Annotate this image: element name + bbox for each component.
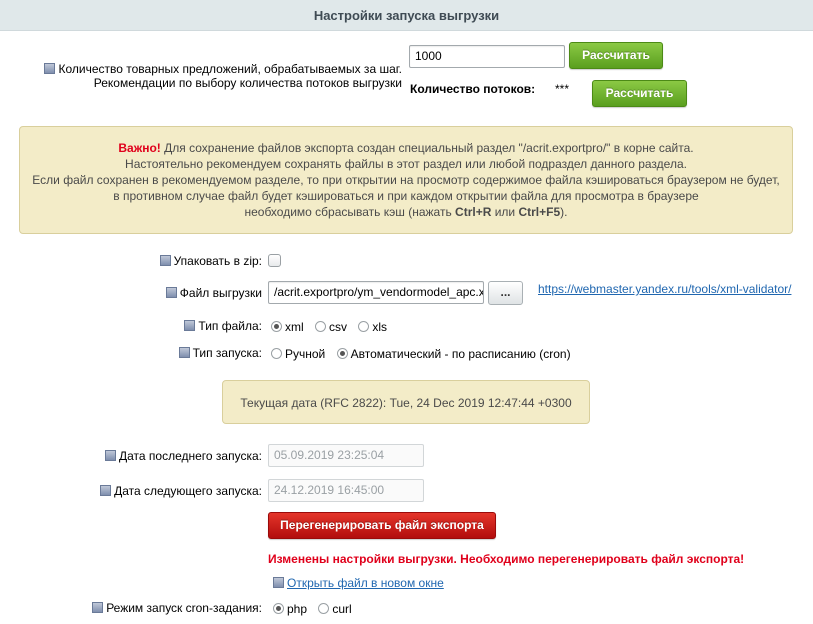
- hotkey-ctrl-r: Ctrl+R: [455, 205, 492, 219]
- file-path-input[interactable]: /acrit.exportpro/ym_vendormodel_apc.x: [268, 281, 484, 304]
- regenerate-button[interactable]: Перегенерировать файл экспорта: [268, 512, 496, 539]
- launch-type-cron[interactable]: Автоматический - по расписанию (cron): [336, 347, 571, 361]
- help-icon[interactable]: [105, 450, 117, 462]
- hotkey-ctrl-f5: Ctrl+F5: [518, 205, 561, 219]
- file-label: Файл выгрузки: [165, 286, 262, 300]
- cron-mode-label: Режим запуск cron-задания:: [92, 601, 262, 615]
- section-header: Настройки запуска выгрузки: [0, 0, 813, 31]
- radio-icon: [315, 321, 327, 333]
- important-label: Важно!: [118, 141, 161, 155]
- launch-type-options: Ручной Автоматический - по расписанию (c…: [271, 347, 579, 361]
- zip-checkbox[interactable]: [268, 254, 281, 267]
- launch-type-manual[interactable]: Ручной: [271, 347, 325, 361]
- threads-value: ***: [555, 82, 570, 96]
- current-date-box: Текущая дата (RFC 2822): Tue, 24 Dec 201…: [222, 380, 590, 424]
- last-run-input: 05.09.2019 23:25:04: [268, 444, 424, 467]
- browse-button[interactable]: ...: [488, 281, 523, 305]
- section-title: Настройки запуска выгрузки: [313, 8, 500, 23]
- help-icon[interactable]: [165, 287, 177, 299]
- cron-mode-options: php curl: [273, 602, 360, 616]
- help-icon[interactable]: [44, 63, 56, 75]
- help-icon[interactable]: [178, 347, 190, 359]
- radio-icon: [358, 321, 370, 333]
- file-type-label: Тип файла:: [184, 319, 262, 333]
- export-notice: Важно! Для сохранение файлов экспорта со…: [19, 126, 793, 234]
- file-type-options: xml csv xls: [271, 320, 395, 334]
- cron-mode-php[interactable]: php: [273, 602, 307, 616]
- zip-label: Упаковать в zip:: [159, 254, 262, 268]
- calc-offers-button[interactable]: Рассчитать: [569, 42, 663, 69]
- help-icon[interactable]: [100, 485, 112, 497]
- launch-type-label: Тип запуска:: [178, 346, 262, 360]
- help-icon[interactable]: [184, 320, 196, 332]
- current-date-text: Текущая дата (RFC 2822): Tue, 24 Dec 201…: [240, 396, 572, 410]
- cron-mode-curl[interactable]: curl: [318, 602, 352, 616]
- file-type-xml[interactable]: xml: [271, 320, 304, 334]
- open-file-link[interactable]: Открыть файл в новом окне: [287, 576, 444, 590]
- regenerate-warning: Изменены настройки выгрузки. Необходимо …: [268, 552, 745, 566]
- help-icon[interactable]: [159, 255, 171, 267]
- radio-icon: [271, 321, 282, 333]
- radio-icon: [336, 348, 348, 360]
- offers-per-step-input[interactable]: 1000: [409, 45, 565, 68]
- help-icon[interactable]: [92, 602, 104, 614]
- last-run-label: Дата последнего запуска:: [105, 449, 262, 463]
- threads-label: Количество потоков:: [410, 82, 536, 96]
- offers-label: Количество товарных предложений, обрабат…: [44, 62, 402, 90]
- radio-icon: [273, 603, 284, 615]
- next-run-input: 24.12.2019 16:45:00: [268, 479, 424, 502]
- next-run-label: Дата следующего запуска:: [100, 484, 262, 498]
- xml-validator-link[interactable]: https://webmaster.yandex.ru/tools/xml-va…: [538, 282, 791, 296]
- file-type-csv[interactable]: csv: [315, 320, 347, 334]
- radio-icon: [271, 348, 282, 360]
- radio-icon: [318, 603, 330, 615]
- calc-threads-button[interactable]: Рассчитать: [592, 80, 687, 107]
- file-type-xls[interactable]: xls: [358, 320, 387, 334]
- open-file-row: Открыть файл в новом окне: [273, 576, 444, 590]
- help-icon[interactable]: [273, 577, 284, 589]
